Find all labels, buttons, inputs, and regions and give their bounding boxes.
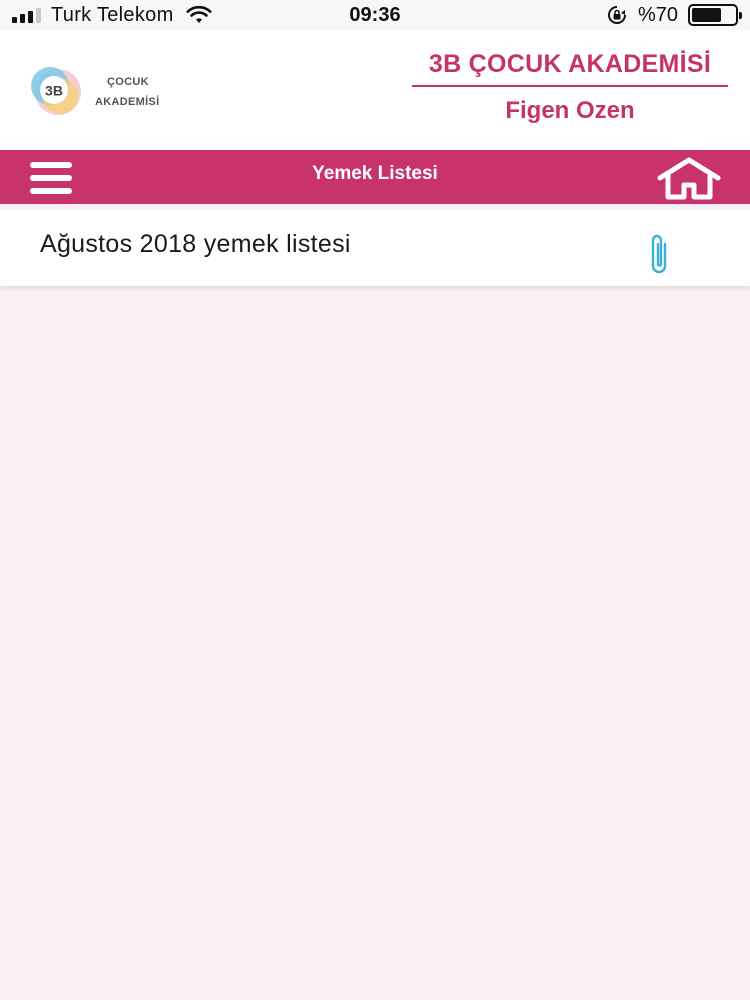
- paperclip-icon[interactable]: [648, 230, 672, 278]
- signal-icon: [12, 7, 41, 23]
- brand-title: 3B ÇOCUK AKADEMİSİ: [412, 50, 728, 87]
- logo-badge: 3B: [45, 83, 63, 99]
- rotation-lock-icon: [608, 6, 626, 24]
- battery-icon: [688, 4, 742, 26]
- home-icon[interactable]: [656, 156, 722, 200]
- school-logo: 3B: [31, 67, 81, 115]
- battery-percent: %70: [637, 3, 678, 26]
- logo-text: ÇOCUK AKADEMİSİ: [95, 72, 159, 112]
- wifi-icon: [186, 5, 212, 23]
- page-title: Yemek Listesi: [312, 163, 438, 184]
- navigation-bar: Yemek Listesi: [0, 150, 750, 204]
- user-name: Figen Ozen: [505, 97, 635, 124]
- list-item-label: Ağustos 2018 yemek listesi: [40, 230, 351, 258]
- logo-line-2: AKADEMİSİ: [95, 96, 160, 108]
- status-bar: Turk Telekom 09:36 %70: [0, 0, 750, 30]
- list-item[interactable]: Ağustos 2018 yemek listesi: [0, 210, 750, 286]
- logo-line-1: ÇOCUK: [107, 76, 149, 88]
- carrier-name: Turk Telekom: [51, 3, 174, 26]
- app-header: 3B ÇOCUK AKADEMİSİ 3B ÇOCUK AKADEMİSİ Fi…: [0, 30, 750, 150]
- brand-block: 3B ÇOCUK AKADEMİSİ Figen Ozen: [412, 50, 728, 125]
